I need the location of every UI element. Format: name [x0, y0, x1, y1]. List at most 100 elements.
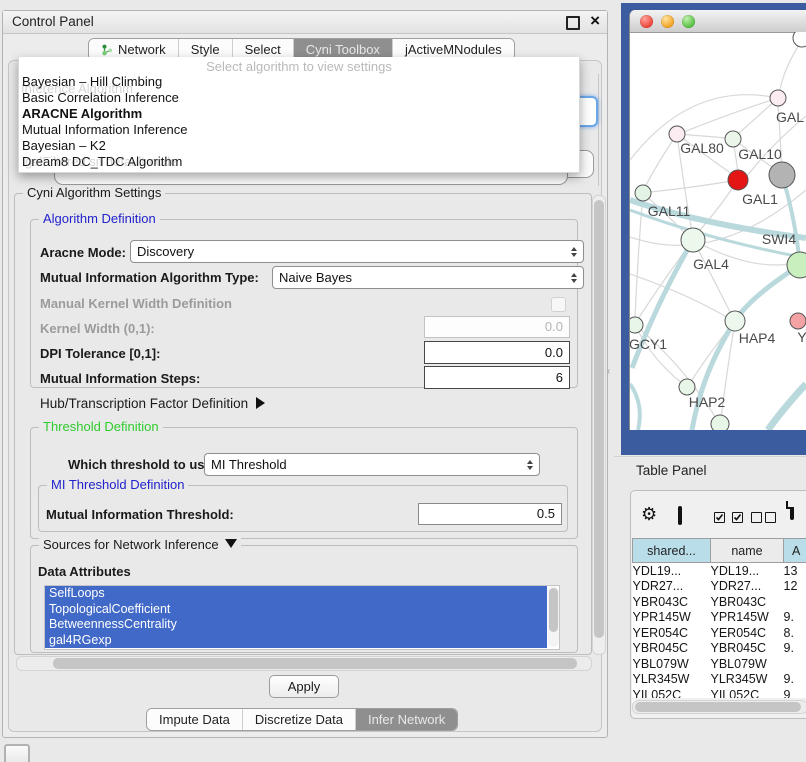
network-node-label: GAL10	[738, 146, 782, 162]
kernel-width-field[interactable]: 0.0	[424, 316, 570, 338]
dpi-tolerance-label: DPI Tolerance [0,1]:	[40, 346, 160, 361]
table-row[interactable]: YBR045CYBR045C9.	[633, 641, 806, 657]
network-node-gal11[interactable]	[635, 185, 651, 201]
zoom-window-icon[interactable]	[682, 15, 695, 28]
gear-icon[interactable]: ⚙	[641, 505, 657, 523]
mi-threshold-field[interactable]: 0.5	[418, 503, 562, 525]
network-node-label: HAP4	[739, 330, 776, 346]
select-all-icon[interactable]	[714, 512, 743, 527]
attributes-scrollbar[interactable]	[548, 586, 559, 647]
mi-steps-field[interactable]: 6	[424, 366, 570, 389]
table-cell: YER054C	[633, 625, 711, 641]
sources-title[interactable]: Sources for Network Inference	[39, 537, 241, 552]
kernel-width-label: Kernel Width (0,1):	[40, 321, 155, 336]
mi-algorithm-type-combo[interactable]: Naive Bayes	[272, 266, 584, 289]
table-row[interactable]: YBR043CYBR043C	[633, 594, 806, 610]
hub-tf-definition-section[interactable]: Hub/Transcription Factor Definition	[40, 396, 265, 411]
columns-icon[interactable]	[678, 506, 682, 525]
network-node-hap2[interactable]	[679, 379, 695, 395]
table-row[interactable]: YDL19...YDL19...13	[633, 563, 806, 579]
table-header-row[interactable]: shared... name A	[633, 539, 806, 563]
table-horizontal-scrollbar[interactable]	[632, 700, 806, 714]
collapsed-panel-button[interactable]	[4, 744, 30, 762]
attribute-item[interactable]: SelfLoops	[45, 586, 547, 602]
attr-items: SelfLoopsTopologicalCoefficientBetweenne…	[45, 586, 559, 648]
float-window-icon[interactable]	[566, 16, 580, 30]
table-cell	[784, 656, 806, 672]
tab-infer-network[interactable]: Infer Network	[356, 709, 457, 730]
tab-label: Infer Network	[368, 712, 445, 727]
tab-impute-data[interactable]: Impute Data	[147, 709, 243, 730]
dropdown-item[interactable]: ARACNE Algorithm	[19, 106, 579, 122]
network-icon	[101, 44, 113, 56]
stepper-arrows-icon	[571, 247, 577, 257]
column-header-third[interactable]: A	[784, 539, 806, 563]
data-attributes-list[interactable]: SelfLoopsTopologicalCoefficientBetweenne…	[44, 585, 560, 650]
attribute-item[interactable]: TopologicalCoefficient	[45, 602, 547, 618]
network-node[interactable]	[769, 162, 795, 188]
table-row[interactable]: YLR345WYLR345W9.	[633, 672, 806, 688]
manual-kernel-width-checkbox[interactable]	[551, 297, 566, 312]
stepper-arrows-icon	[527, 460, 533, 470]
network-node-label: GCY1	[630, 336, 667, 352]
which-threshold-combo[interactable]: MI Threshold	[204, 453, 540, 476]
close-window-icon[interactable]	[640, 15, 653, 28]
threshold-definition-title: Threshold Definition	[39, 419, 163, 434]
dropdown-item[interactable]: Dream8 DC_TDC Algorithm	[19, 154, 579, 170]
table-row[interactable]: YBL079WYBL079W	[633, 656, 806, 672]
tab-label: jActiveMNodules	[405, 42, 502, 57]
network-node-y[interactable]	[790, 313, 806, 329]
table-cell: 12	[784, 579, 806, 595]
table-panel-title: Table Panel	[636, 463, 707, 478]
expand-arrow-icon[interactable]	[256, 397, 265, 409]
tab-discretize-data[interactable]: Discretize Data	[243, 709, 356, 730]
table-cell: 9.	[784, 641, 806, 657]
deselect-all-icon[interactable]	[751, 512, 776, 527]
close-icon[interactable]: ×	[590, 10, 600, 32]
cyni-algorithm-settings-title: Cyni Algorithm Settings	[23, 185, 165, 200]
dropdown-item[interactable]: Mutual Information Inference	[19, 122, 579, 138]
dropdown-item[interactable]: Bayesian – K2	[19, 138, 579, 154]
network-canvas[interactable]: GALGAL80GAL10GAL1GAL11GAL4SWI4GCY1HAP4YH…	[630, 32, 806, 430]
dropdown-item[interactable]: Bayesian – Hill Climbing	[19, 74, 579, 90]
dropdown-prompt: Select algorithm to view settings	[19, 57, 579, 74]
control-panel-title: Control Panel	[12, 14, 94, 29]
collapse-arrow-icon[interactable]	[225, 539, 237, 548]
tab-label: Select	[245, 42, 281, 57]
network-node-gal1[interactable]	[728, 170, 748, 190]
minimize-window-icon[interactable]	[661, 15, 674, 28]
table-cell: YDL19...	[711, 563, 784, 579]
network-node[interactable]	[793, 32, 806, 47]
dpi-tolerance-field[interactable]: 0.0	[424, 341, 570, 364]
aracne-mode-combo[interactable]: Discovery	[130, 240, 584, 263]
settings-horizontal-scrollbar[interactable]	[16, 656, 592, 671]
tab-label: Style	[191, 42, 220, 57]
file-icon[interactable]	[790, 501, 794, 520]
dropdown-item[interactable]: Basic Correlation Inference	[19, 90, 579, 106]
settings-vertical-scrollbar[interactable]	[592, 195, 606, 655]
network-node-hap4[interactable]	[725, 311, 745, 331]
splitter-handle[interactable]: ‹	[607, 366, 610, 377]
network-node-gal10[interactable]	[725, 131, 741, 147]
network-node[interactable]	[711, 415, 729, 430]
table-cell: YDR27...	[711, 579, 784, 595]
network-node-gcy1[interactable]	[630, 317, 643, 333]
table-row[interactable]: YER054CYER054C8.	[633, 625, 806, 641]
table-cell: YBL079W	[633, 656, 711, 672]
network-node-gal[interactable]	[770, 90, 786, 106]
table-cell: YPR145W	[633, 610, 711, 626]
apply-button[interactable]: Apply	[269, 675, 339, 698]
attribute-item[interactable]: gal4RGexp	[45, 633, 547, 649]
table-row[interactable]: YDR27...YDR27...12	[633, 579, 806, 595]
node-table[interactable]: shared... name A YDL19...YDL19...13YDR27…	[632, 538, 806, 703]
tab-label: Cyni Toolbox	[306, 42, 380, 57]
attribute-item[interactable]: BetweennessCentrality	[45, 617, 547, 633]
table-row[interactable]: YPR145WYPR145W9.	[633, 610, 806, 626]
mi-threshold-definition-title: MI Threshold Definition	[47, 477, 188, 492]
dropdown-items: Bayesian – Hill ClimbingBasic Correlatio…	[19, 74, 579, 170]
column-header-shared-name[interactable]: shared...	[633, 539, 711, 563]
column-header-name[interactable]: name	[711, 539, 784, 563]
hub-tf-definition-label: Hub/Transcription Factor Definition	[40, 396, 248, 411]
table-cell: 9.	[784, 610, 806, 626]
network-node-gal4[interactable]	[681, 228, 705, 252]
